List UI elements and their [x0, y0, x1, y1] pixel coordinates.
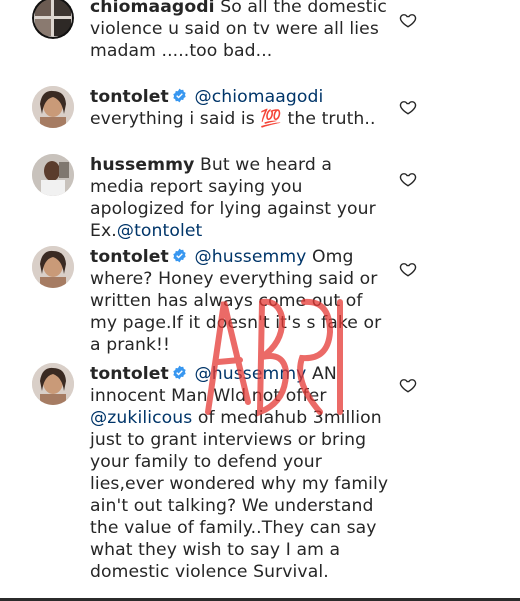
avatar[interactable]: [32, 0, 74, 39]
avatar-icon: [32, 246, 74, 288]
mention-link[interactable]: @zukilicous: [90, 408, 192, 428]
avatar[interactable]: [32, 363, 74, 405]
like-heart-icon[interactable]: [399, 11, 417, 29]
comment-text: chiomaagodi So all the domestic violence…: [90, 0, 390, 62]
avatar-icon: [32, 0, 74, 39]
avatar[interactable]: [32, 154, 74, 196]
comment-username[interactable]: tontolet: [90, 247, 169, 267]
mention-link[interactable]: @hussemmy: [194, 364, 306, 384]
comment-username[interactable]: chiomaagodi: [90, 0, 215, 17]
verified-badge-icon: [173, 88, 186, 103]
comment-body: everything i said is: [90, 109, 255, 129]
avatar-icon: [32, 86, 74, 128]
comment-username[interactable]: tontolet: [90, 364, 169, 384]
avatar-icon: [32, 154, 74, 196]
comment-text: hussemmy But we heard a media report say…: [90, 154, 390, 242]
comment-text: tontolet @chiomaagodi everything i said …: [90, 86, 390, 130]
comment-text: tontolet @hussemmy Omg where? Honey ever…: [90, 246, 390, 356]
verified-badge-icon: [173, 248, 186, 263]
mention-link[interactable]: @hussemmy: [194, 247, 306, 267]
mention-link[interactable]: @tontolet: [117, 221, 203, 241]
like-heart-icon[interactable]: [399, 98, 417, 116]
comment-body: of mediahub 3million just to grant inter…: [90, 408, 389, 582]
verified-badge-icon: [173, 365, 186, 380]
comment-text: tontolet @hussemmy AN innocent Man Wld n…: [90, 363, 390, 583]
avatar-icon: [32, 363, 74, 405]
comment-username[interactable]: tontolet: [90, 87, 169, 107]
like-heart-icon[interactable]: [399, 260, 417, 278]
comment-username[interactable]: hussemmy: [90, 155, 194, 175]
hundred-points-emoji: 💯: [260, 109, 282, 129]
avatar[interactable]: [32, 246, 74, 288]
mention-link[interactable]: @chiomaagodi: [194, 87, 323, 107]
like-heart-icon[interactable]: [399, 170, 417, 188]
like-heart-icon[interactable]: [399, 376, 417, 394]
avatar[interactable]: [32, 86, 74, 128]
comment-body: the truth..: [287, 109, 376, 129]
